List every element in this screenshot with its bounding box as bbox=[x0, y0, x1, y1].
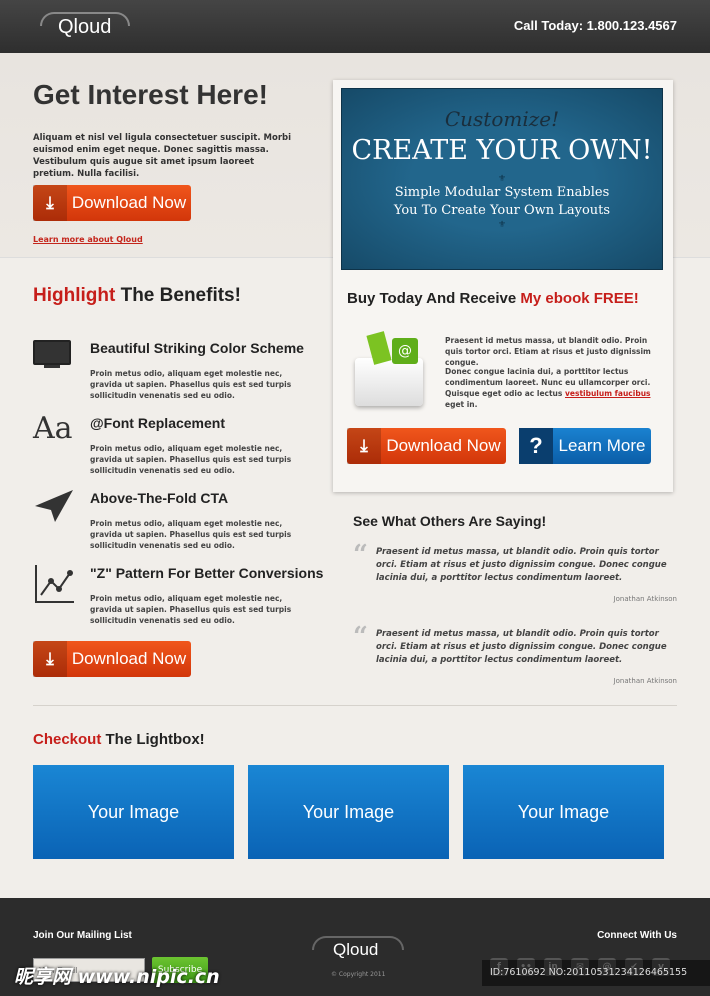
banner-sub2: You To Create Your Own Layouts bbox=[393, 203, 611, 218]
benefit-text: Proin metus odio, aliquam eget molestie … bbox=[90, 369, 292, 400]
learn-more-button[interactable]: ? Learn More bbox=[519, 428, 651, 464]
ornament-icon: ⚜ bbox=[497, 220, 507, 230]
lightbox-image[interactable]: Your Image bbox=[248, 765, 449, 859]
ebook-text-2: Donec congue lacinia dui, a porttitor le… bbox=[445, 366, 655, 410]
testimonial-author: Jonathan Atkinson bbox=[613, 595, 677, 603]
ebook-download-button[interactable]: ⤓ Download Now bbox=[347, 428, 506, 464]
watermark-left: 昵享网 www.nipic.cn bbox=[14, 966, 220, 988]
banner-script: Customize! bbox=[444, 107, 560, 131]
benefits-title-rest: The Benefits! bbox=[120, 285, 241, 306]
download-icon: ⤓ bbox=[347, 428, 381, 464]
benefit-text: Proin metus odio, aliquam eget molestie … bbox=[90, 594, 292, 625]
font-icon: Aa bbox=[33, 411, 73, 446]
customize-banner: Customize! CREATE YOUR OWN! ⚜ Simple Mod… bbox=[341, 88, 663, 270]
ebook-title-dark: Buy Today And Receive bbox=[347, 290, 517, 307]
button-label: Download Now bbox=[71, 649, 187, 668]
ebook-box-image: @ bbox=[350, 328, 430, 408]
benefit-text: Proin metus odio, aliquam eget molestie … bbox=[90, 444, 292, 475]
lightbox-image[interactable]: Your Image bbox=[33, 765, 234, 859]
ebook-text-1: Praesent id metus massa, ut blandit odio… bbox=[445, 336, 651, 367]
button-label: Download Now bbox=[386, 436, 501, 455]
footer: Join Our Mailing List Subscribe Qloud © … bbox=[0, 898, 710, 996]
phone-number: Call Today: 1.800.123.4567 bbox=[513, 18, 677, 33]
quote-icon: “ bbox=[353, 540, 368, 570]
logo[interactable]: Qloud bbox=[58, 16, 111, 39]
download-icon: ⤓ bbox=[33, 185, 67, 221]
lightbox-image[interactable]: Your Image bbox=[463, 765, 664, 859]
benefits-title-red: Highlight bbox=[33, 285, 116, 306]
testimonials-title: See What Others Are Saying! bbox=[353, 513, 547, 529]
benefits-title: Highlight The Benefits! bbox=[33, 285, 241, 307]
button-label: Download Now bbox=[71, 193, 187, 212]
hero-download-button[interactable]: ⤓ Download Now bbox=[33, 185, 191, 221]
chart-icon bbox=[35, 565, 74, 603]
paper-plane-icon bbox=[35, 490, 73, 522]
lightbox-title-red: Checkout bbox=[33, 731, 102, 748]
mailing-list-title: Join Our Mailing List bbox=[33, 930, 132, 941]
hero-text: Aliquam et nisl vel ligula consectetuer … bbox=[33, 133, 292, 179]
quote-icon: “ bbox=[353, 622, 368, 652]
testimonial-author: Jonathan Atkinson bbox=[613, 677, 677, 685]
lightbox-title-rest: The Lightbox! bbox=[105, 731, 205, 748]
download-icon: ⤓ bbox=[33, 641, 67, 677]
banner-sub1: Simple Modular System Enables bbox=[394, 185, 610, 200]
benefit-title: Beautiful Striking Color Scheme bbox=[90, 340, 304, 356]
benefits-download-button[interactable]: ⤓ Download Now bbox=[33, 641, 191, 677]
divider bbox=[33, 705, 677, 706]
testimonial-quote: Praesent id metus massa, ut blandit odio… bbox=[376, 547, 667, 583]
header: Qloud Call Today: 1.800.123.4567 bbox=[0, 0, 710, 53]
connect-title: Connect With Us bbox=[597, 930, 677, 941]
lightbox-title: Checkout The Lightbox! bbox=[33, 731, 205, 748]
monitor-icon bbox=[33, 340, 71, 368]
vestibulum-link[interactable]: vestibulum faucibus bbox=[565, 389, 651, 398]
benefit-title: @Font Replacement bbox=[90, 415, 226, 431]
benefit-title: "Z" Pattern For Better Conversions bbox=[90, 565, 324, 581]
benefit-text: Proin metus odio, aliquam eget molestie … bbox=[90, 519, 292, 550]
ornament-icon: ⚜ bbox=[497, 174, 507, 184]
hero-title: Get Interest Here! bbox=[33, 79, 268, 110]
banner-headline: CREATE YOUR OWN! bbox=[351, 135, 653, 166]
benefit-title: Above-The-Fold CTA bbox=[90, 490, 229, 506]
footer-logo[interactable]: Qloud bbox=[333, 940, 378, 960]
ebook-title-red: My ebook FREE! bbox=[520, 290, 639, 307]
copyright: © Copyright 2011 bbox=[331, 971, 386, 978]
button-label: Learn More bbox=[558, 436, 646, 455]
testimonial-quote: Praesent id metus massa, ut blandit odio… bbox=[376, 629, 667, 665]
watermark-right: ID:7610692 NO:20110531234126465155 bbox=[482, 960, 710, 986]
learn-more-link[interactable]: Learn more about Qloud bbox=[33, 235, 143, 244]
ebook-text-2-end: eget in. bbox=[445, 400, 478, 409]
ebook-title: Buy Today And Receive My ebook FREE! bbox=[347, 290, 639, 307]
question-icon: ? bbox=[519, 428, 553, 464]
